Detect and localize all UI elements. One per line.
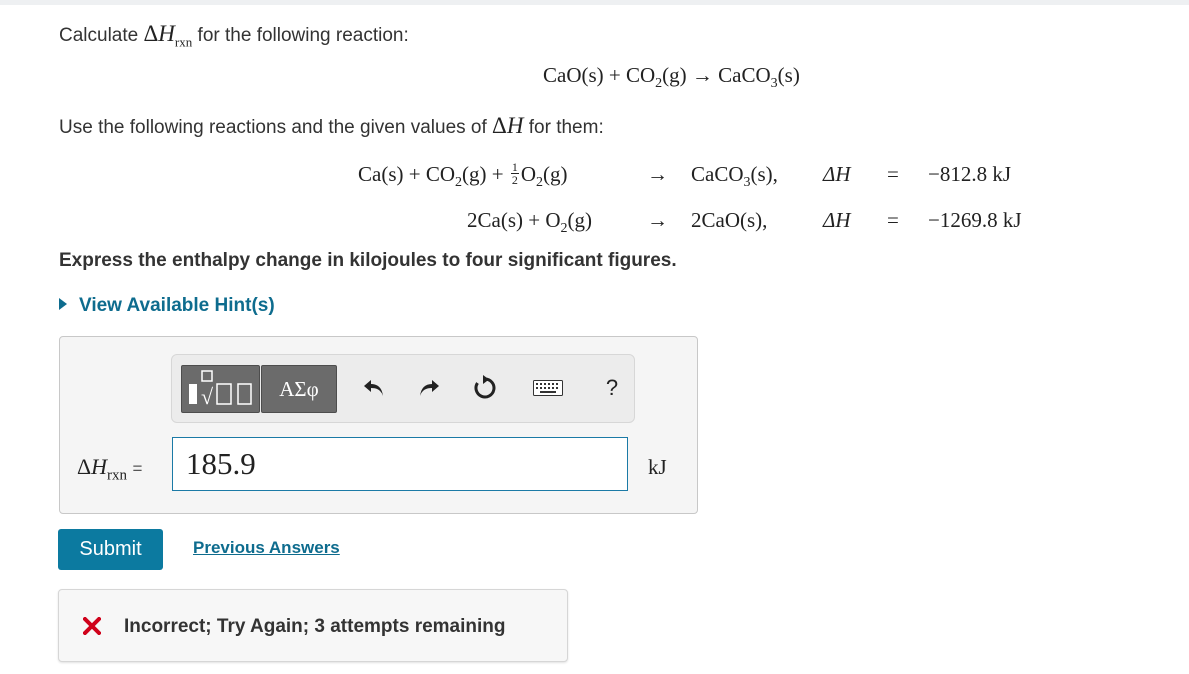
- redo-button[interactable]: [412, 371, 446, 405]
- reset-icon: [474, 375, 496, 399]
- math-toolbar: √ ΑΣφ ?: [171, 354, 635, 423]
- feedback-text: Incorrect; Try Again; 3 attempts remaini…: [124, 616, 506, 637]
- reaction-2-equals: =: [887, 208, 899, 232]
- templates-icon: √: [189, 370, 252, 409]
- reaction-2-value: −1269.8 kJ: [928, 208, 1022, 232]
- feedback-box: Incorrect; Try Again; 3 attempts remaini…: [58, 589, 568, 662]
- undo-icon: [364, 380, 383, 396]
- submit-button[interactable]: Submit: [58, 529, 163, 570]
- answer-label: ΔHrxn =: [77, 454, 143, 484]
- keyboard-button[interactable]: [530, 371, 566, 405]
- greek-symbols-button[interactable]: ΑΣφ: [261, 365, 337, 413]
- top-border: [0, 0, 1189, 5]
- reaction-1-rhs: CaCO3(s),: [691, 162, 778, 191]
- question-text: Calculate ΔHrxn for the following reacti…: [59, 21, 409, 50]
- reaction-1-arrow: →: [647, 162, 668, 186]
- hint-label: View Available Hint(s): [79, 295, 275, 316]
- reaction-1-lhs: Ca(s) + CO2(g) + 1 2 O2(g): [358, 159, 568, 191]
- reaction-2-arrow: →: [647, 208, 668, 232]
- previous-answers-link[interactable]: Previous Answers: [193, 538, 340, 558]
- reaction-1-equals: =: [887, 162, 899, 186]
- reaction-2-dh-label: ΔH: [823, 208, 851, 232]
- instruction-text: Express the enthalpy change in kilojoule…: [59, 250, 677, 271]
- answer-panel: √ ΑΣφ ? ΔHrxn = 185.9 kJ: [59, 336, 698, 514]
- help-button[interactable]: ?: [595, 371, 629, 405]
- main-reaction-equation: CaO(s) + CO2(g) → CaCO3(s): [543, 63, 800, 92]
- templates-button[interactable]: √: [181, 365, 260, 413]
- svg-text:√: √: [201, 384, 214, 409]
- instruction-reactions: Use the following reactions and the give…: [59, 113, 604, 138]
- answer-input[interactable]: 185.9: [172, 437, 628, 491]
- x-icon: [83, 617, 101, 635]
- reaction-2-lhs: 2Ca(s) + O2(g): [467, 208, 592, 237]
- reaction-1-value: −812.8 kJ: [928, 162, 1012, 186]
- reaction-1-dh-label: ΔH: [823, 162, 851, 186]
- reset-button[interactable]: [468, 371, 502, 405]
- redo-icon: [420, 380, 439, 396]
- keyboard-icon: [533, 380, 563, 396]
- undo-button[interactable]: [357, 371, 391, 405]
- view-hints-link[interactable]: View Available Hint(s): [59, 295, 275, 317]
- reaction-2-rhs: 2CaO(s),: [691, 208, 768, 232]
- expand-triangle-icon: [59, 298, 67, 310]
- unit-label: kJ: [648, 455, 667, 479]
